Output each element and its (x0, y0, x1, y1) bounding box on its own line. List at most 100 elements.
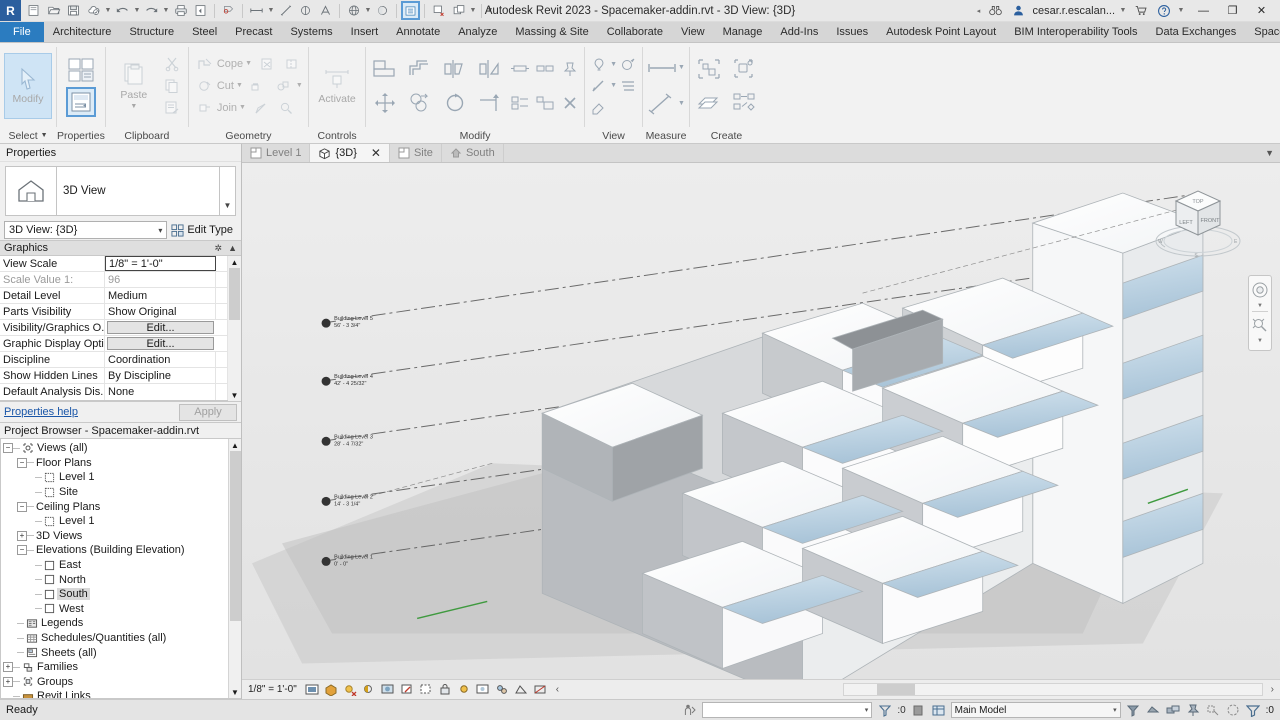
export-icon[interactable] (191, 1, 210, 20)
join-button[interactable]: Join ▼ (193, 97, 248, 118)
edit-type-button[interactable]: Edit Type (171, 223, 237, 237)
cut-button[interactable] (160, 53, 184, 74)
align-icon[interactable] (370, 54, 400, 84)
trim-extend-icon[interactable] (475, 88, 505, 118)
property-value[interactable]: Coordination (105, 352, 216, 367)
tree-node-floorplan-level-1[interactable]: Level 1 (3, 470, 228, 485)
detail-level-icon[interactable] (305, 682, 320, 697)
save-icon[interactable] (64, 1, 83, 20)
tab-insert[interactable]: Insert (342, 22, 388, 42)
properties-scroll-thumb[interactable] (229, 268, 240, 320)
temp-hide-isolate-icon[interactable] (457, 682, 472, 697)
scale-icon[interactable] (535, 93, 555, 113)
visibility-icon[interactable] (589, 55, 609, 75)
redo-dropdown[interactable]: ▼ (162, 7, 170, 14)
tree-node-3d-views[interactable]: + 3D Views (3, 529, 228, 544)
constraints-icon[interactable] (533, 682, 548, 697)
tab-data-exchanges[interactable]: Data Exchanges (1147, 22, 1246, 42)
reveal-hidden-icon[interactable] (476, 682, 491, 697)
cope-dropdown-icon[interactable]: ▼ (245, 60, 252, 67)
steering-wheel-icon[interactable] (1250, 279, 1270, 301)
paste-button[interactable]: Paste ▼ (110, 53, 158, 119)
new-icon[interactable] (24, 1, 43, 20)
tree-node-legends[interactable]: Legends (3, 616, 228, 631)
3d-view-dropdown[interactable]: ▼ (364, 7, 372, 14)
viewport-horizontal-scrollbar[interactable] (842, 683, 1263, 696)
view-tab-level-1[interactable]: Level 1 (242, 144, 311, 162)
properties-button[interactable] (65, 86, 96, 117)
paint-button[interactable] (274, 97, 298, 118)
properties-pin-icon[interactable]: ✲ (215, 243, 223, 254)
linework-button[interactable] (249, 97, 273, 118)
array-icon[interactable] (510, 93, 530, 113)
property-value[interactable]: Medium (105, 288, 216, 303)
search-binoculars-icon[interactable] (986, 1, 1005, 20)
property-row-graphic-display-options[interactable]: Graphic Display Opti... Edit... (0, 336, 228, 352)
wall-join-button[interactable] (271, 75, 295, 96)
property-row-visibility-graphics[interactable]: Visibility/Graphics O... Edit... (0, 320, 228, 336)
worksets-icon[interactable] (931, 703, 946, 718)
property-value[interactable]: Show Original (105, 304, 216, 319)
save-as-cloud-dropdown[interactable]: ▼ (104, 7, 112, 14)
modify-button[interactable]: Modify (4, 52, 52, 119)
wall-join-dropdown-icon[interactable]: ▼ (296, 82, 303, 89)
tab-bim-interoperability-tools[interactable]: BIM Interoperability Tools (1005, 22, 1146, 42)
render-icon[interactable] (618, 55, 638, 75)
tree-node-schedules-quantities[interactable]: Schedules/Quantities (all) (3, 631, 228, 646)
create-group-icon[interactable] (729, 54, 759, 84)
worksharing-display-icon[interactable] (495, 682, 510, 697)
tree-node-families[interactable]: + Families (3, 660, 228, 675)
rotate-icon[interactable] (440, 88, 470, 118)
move-icon[interactable] (370, 88, 400, 118)
crop-view-icon[interactable] (400, 682, 415, 697)
demolish-button[interactable] (255, 53, 279, 74)
text-icon[interactable] (316, 1, 335, 20)
help-dropdown[interactable]: ▼ (1177, 7, 1185, 14)
property-value-input[interactable]: 1/8" = 1'-0" (105, 256, 216, 271)
select-links-icon[interactable] (1166, 703, 1181, 718)
tab-annotate[interactable]: Annotate (387, 22, 449, 42)
section-icon[interactable] (373, 1, 392, 20)
property-value[interactable]: None (105, 384, 216, 400)
expander-icon[interactable]: + (17, 530, 27, 541)
view-bar-expand-icon[interactable]: ‹ (552, 684, 559, 695)
activate-button[interactable]: Activate (313, 53, 361, 119)
tab-precast[interactable]: Precast (226, 22, 281, 42)
editable-only-icon[interactable] (1126, 703, 1141, 718)
property-row-discipline[interactable]: Discipline Coordination (0, 352, 228, 368)
type-combo[interactable]: 3D View: {3D} ▾ (4, 221, 168, 239)
filter-icon[interactable] (1246, 703, 1261, 718)
tree-node-revit-links[interactable]: Revit Links (3, 689, 228, 698)
zoom-dropdown-icon[interactable]: ▼ (1257, 338, 1263, 344)
measure-icon[interactable] (276, 1, 295, 20)
tab-manage[interactable]: Manage (714, 22, 772, 42)
linework-view-icon[interactable] (589, 76, 609, 96)
property-row-view-scale[interactable]: View Scale 1/8" = 1'-0" (0, 256, 228, 272)
property-value[interactable]: By Discipline (105, 368, 216, 383)
tab-systems[interactable]: Systems (281, 22, 341, 42)
copy-element-icon[interactable] (405, 88, 435, 118)
render-dialog-icon[interactable] (381, 682, 396, 697)
paste-dropdown-icon[interactable]: ▼ (130, 103, 137, 110)
selection-filter-caret-icon[interactable]: ▾ (865, 706, 869, 714)
mirror-draw-axis-icon[interactable] (475, 54, 505, 84)
view-tab-3d[interactable]: {3D} ✕ (310, 144, 390, 162)
dimension-dropdown[interactable]: ▼ (267, 7, 275, 14)
project-browser-scrollbar[interactable]: ▲ ▼ (228, 439, 241, 698)
measure-between-two-references-icon[interactable] (647, 53, 677, 83)
view-tabs-overflow-icon[interactable]: ▼ (1259, 144, 1280, 162)
crop-region-icon[interactable] (419, 682, 434, 697)
steering-wheel-dropdown-icon[interactable]: ▼ (1257, 303, 1263, 309)
infocenter-collapse-icon[interactable]: ◂ (974, 7, 982, 15)
browser-scroll-thumb[interactable] (229, 451, 241, 621)
browser-scroll-up-icon[interactable]: ▲ (229, 439, 241, 451)
expander-icon[interactable]: − (17, 501, 27, 512)
move-horizontal-icon[interactable] (510, 59, 530, 79)
measure-dropdown-icon[interactable]: ▼ (678, 64, 685, 71)
hide-element-icon[interactable] (589, 97, 609, 117)
qat-customize-dropdown[interactable]: ▼ (486, 7, 494, 14)
join-roof-button[interactable] (246, 75, 270, 96)
redo-icon[interactable] (142, 1, 161, 20)
close-button[interactable]: ✕ (1247, 0, 1276, 21)
select-by-face-icon[interactable] (1206, 703, 1221, 718)
